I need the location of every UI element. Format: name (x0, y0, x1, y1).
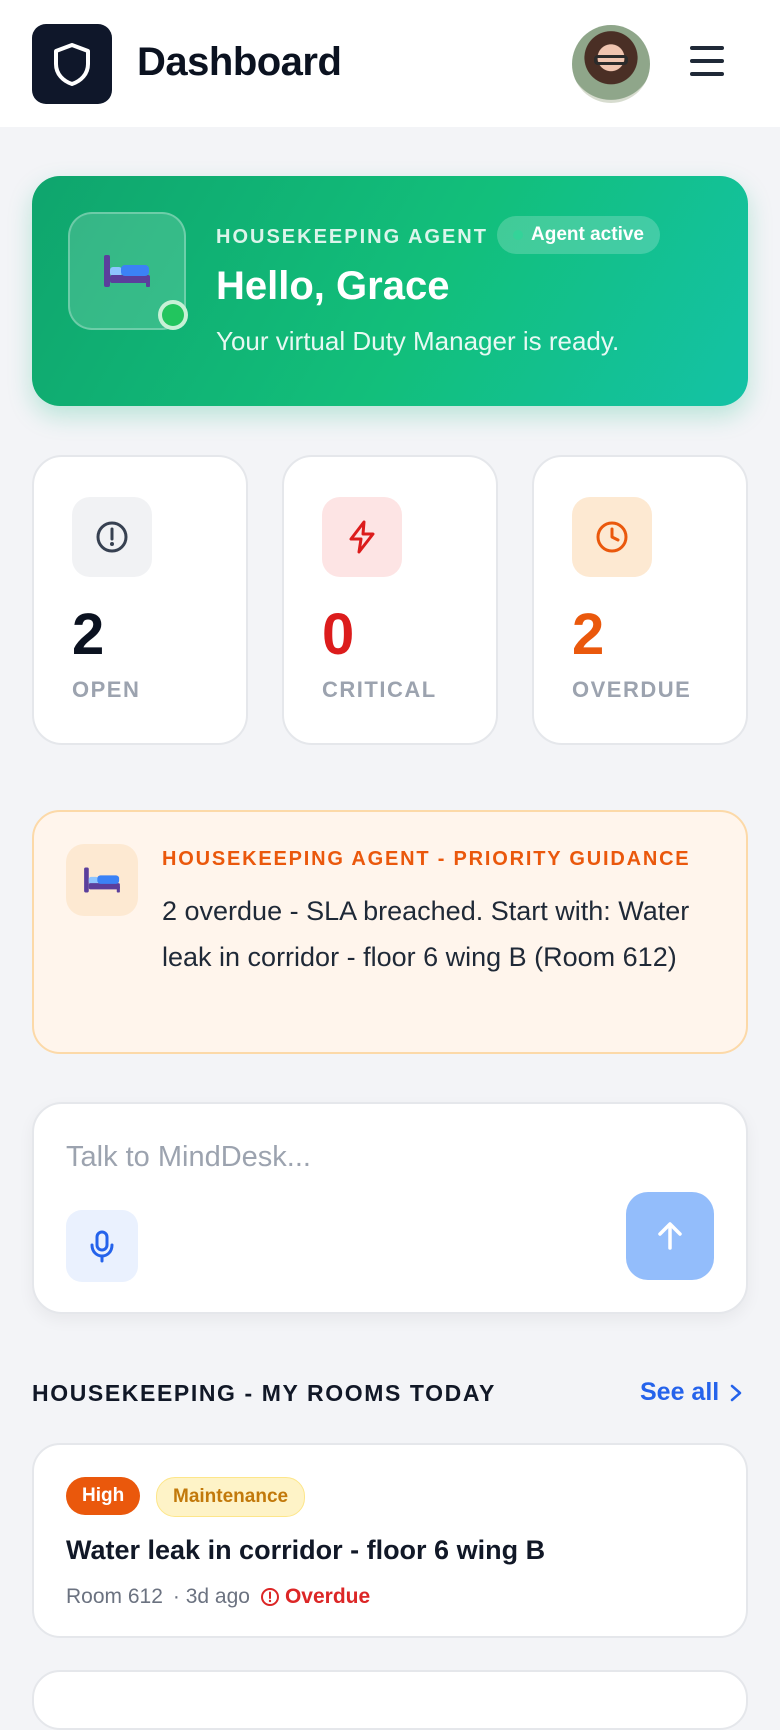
hero-kicker: HOUSEKEEPING AGENT (216, 226, 488, 248)
agent-active-badge: Agent active (497, 216, 660, 254)
greeting: Hello, Grace (216, 264, 450, 308)
stat-card-open[interactable]: 2 OPEN (32, 455, 248, 745)
top-bar: Dashboard (0, 0, 780, 127)
guidance-kicker: HOUSEKEEPING AGENT - PRIORITY GUIDANCE (162, 848, 691, 870)
overdue-label: Overdue (284, 1585, 371, 1608)
arrow-up-icon (658, 1222, 682, 1250)
clock-icon (572, 497, 652, 577)
task-meta: Room 612 · 3d ago Overdue (66, 1585, 370, 1609)
section-title: HOUSEKEEPING - MY ROOMS TODAY (32, 1380, 496, 1406)
app-logo[interactable] (32, 24, 112, 104)
alert-circle-icon (260, 1588, 279, 1606)
chat-composer (32, 1102, 748, 1314)
chat-input[interactable] (64, 1140, 668, 1175)
task-room: Room 612 (66, 1585, 163, 1608)
stat-label: OVERDUE (572, 677, 692, 702)
priority-guidance-card: HOUSEKEEPING AGENT - PRIORITY GUIDANCE 2… (32, 810, 748, 1054)
chevron-right-icon (730, 1384, 742, 1401)
priority-badge: High (66, 1477, 141, 1515)
agent-hero-card: HOUSEKEEPING AGENT Agent active Hello, G… (32, 176, 748, 406)
stat-value: 0 (322, 602, 355, 667)
page-title: Dashboard (137, 40, 342, 84)
avatar[interactable] (572, 25, 650, 103)
hero-subtitle: Your virtual Duty Manager is ready. (216, 326, 620, 356)
overdue-status: Overdue (260, 1585, 370, 1609)
stat-value: 2 (572, 602, 605, 667)
bed-icon (66, 844, 138, 916)
online-status-dot (158, 300, 188, 330)
see-all-link[interactable]: See all (640, 1378, 743, 1407)
send-button[interactable] (626, 1192, 714, 1280)
shield-icon (54, 43, 90, 86)
hamburger-menu-icon[interactable] (690, 46, 724, 76)
microphone-icon (90, 1230, 114, 1263)
stat-value: 2 (72, 602, 105, 667)
microphone-button[interactable] (66, 1210, 138, 1282)
stat-card-overdue[interactable]: 2 OVERDUE (532, 455, 748, 745)
lightning-icon (322, 497, 402, 577)
guidance-text: 2 overdue - SLA breached. Start with: Wa… (162, 896, 690, 972)
room-task-card[interactable] (32, 1670, 748, 1730)
stat-card-critical[interactable]: 0 CRITICAL (282, 455, 498, 745)
avatar-glasses (594, 55, 628, 65)
room-task-card[interactable]: High Maintenance Water leak in corridor … (32, 1443, 748, 1638)
task-title: Water leak in corridor - floor 6 wing B (66, 1535, 546, 1565)
category-badge: Maintenance (156, 1477, 306, 1517)
see-all-label: See all (640, 1378, 720, 1406)
stat-label: OPEN (72, 677, 141, 702)
task-age: · 3d ago (172, 1585, 250, 1608)
alert-circle-icon (72, 497, 152, 577)
stat-label: CRITICAL (322, 677, 437, 702)
